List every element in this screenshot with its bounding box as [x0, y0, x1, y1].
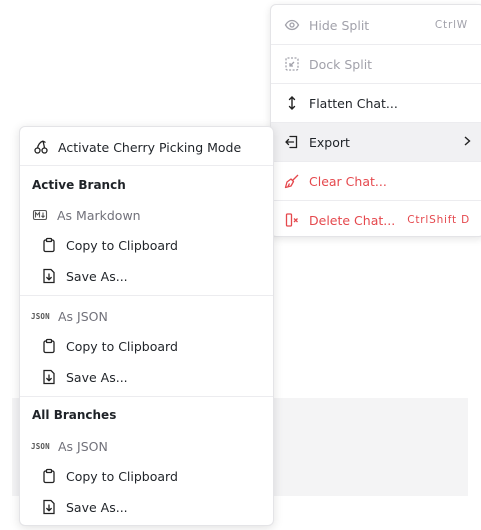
- dock-split-label: Dock Split: [309, 56, 373, 72]
- separator: [20, 165, 273, 166]
- flatten-chat-label: Flatten Chat...: [309, 95, 398, 111]
- cherry-icon: [32, 138, 50, 156]
- delete-icon: [283, 211, 301, 229]
- as-markdown-label: As Markdown: [57, 207, 141, 223]
- all-branches-as-json-group: JSON As JSON: [20, 435, 273, 457]
- export-label: Export: [309, 134, 350, 150]
- save-as-label: Save As...: [66, 499, 128, 515]
- save-file-icon: [40, 267, 58, 285]
- copy-markdown-clipboard-item[interactable]: Copy to Clipboard: [20, 234, 273, 256]
- vertical-arrows-icon: [283, 94, 301, 112]
- json-icon: JSON: [31, 441, 50, 451]
- as-json-group: JSON As JSON: [20, 305, 273, 327]
- chevron-right-icon: [462, 135, 472, 150]
- save-as-label: Save As...: [66, 268, 128, 284]
- clipboard-icon: [40, 236, 58, 254]
- save-file-icon: [40, 498, 58, 516]
- all-branches-heading: All Branches: [32, 408, 117, 422]
- eye-icon: [283, 16, 301, 34]
- export-item[interactable]: Export: [271, 123, 481, 161]
- clipboard-icon: [40, 337, 58, 355]
- copy-to-clipboard-label: Copy to Clipboard: [66, 338, 178, 354]
- save-file-icon: [40, 368, 58, 386]
- cherry-picking-item[interactable]: Activate Cherry Picking Mode: [20, 135, 273, 159]
- save-as-label: Save As...: [66, 369, 128, 385]
- flatten-chat-item[interactable]: Flatten Chat...: [271, 84, 481, 122]
- delete-chat-item[interactable]: Delete Chat... CtrlShift D: [271, 201, 481, 239]
- dock-split-item[interactable]: Dock Split: [271, 45, 481, 83]
- save-json-as-item[interactable]: Save As...: [20, 366, 273, 388]
- copy-to-clipboard-label: Copy to Clipboard: [66, 237, 178, 253]
- separator: [20, 396, 273, 397]
- clear-chat-item[interactable]: Clear Chat...: [271, 162, 481, 200]
- clear-chat-label: Clear Chat...: [309, 173, 387, 189]
- hide-split-shortcut: CtrlW: [434, 19, 468, 31]
- copy-all-json-clipboard-item[interactable]: Copy to Clipboard: [20, 465, 273, 487]
- as-markdown-group: As Markdown: [20, 204, 273, 226]
- clipboard-icon: [40, 467, 58, 485]
- hide-split-label: Hide Split: [309, 17, 370, 33]
- chat-context-menu: Hide Split CtrlW Dock Split Flatten Chat…: [270, 4, 481, 237]
- cherry-picking-label: Activate Cherry Picking Mode: [58, 139, 242, 155]
- dock-icon: [283, 55, 301, 73]
- delete-chat-label: Delete Chat...: [309, 212, 396, 228]
- active-branch-heading: Active Branch: [32, 178, 126, 192]
- as-json-label: As JSON: [58, 438, 108, 454]
- save-markdown-as-item[interactable]: Save As...: [20, 265, 273, 287]
- json-icon: JSON: [31, 311, 50, 321]
- export-icon: [283, 133, 301, 151]
- separator: [20, 295, 273, 296]
- broom-icon: [283, 172, 301, 190]
- copy-to-clipboard-label: Copy to Clipboard: [66, 468, 178, 484]
- hide-split-item[interactable]: Hide Split CtrlW: [271, 6, 481, 44]
- delete-chat-shortcut: CtrlShift D: [407, 214, 470, 226]
- as-json-label: As JSON: [58, 308, 108, 324]
- export-submenu: Activate Cherry Picking Mode Active Bran…: [19, 126, 274, 526]
- markdown-icon: [31, 206, 49, 224]
- save-all-json-as-item[interactable]: Save As...: [20, 496, 273, 518]
- copy-json-clipboard-item[interactable]: Copy to Clipboard: [20, 335, 273, 357]
